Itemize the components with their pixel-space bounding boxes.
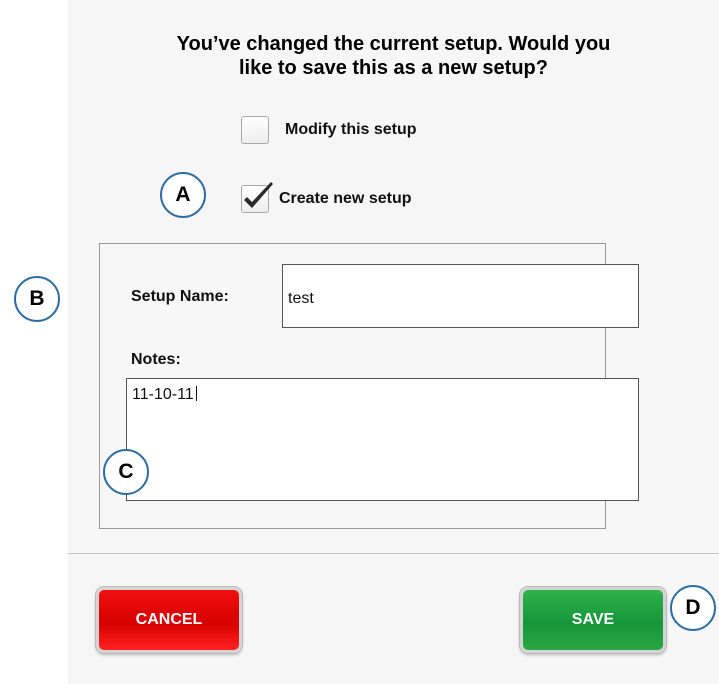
checkmark-icon: [244, 182, 273, 208]
question-line-2: like to save this as a new setup?: [238, 57, 548, 79]
modify-setup-option[interactable]: Modify this setup: [241, 114, 417, 146]
notes-textarea[interactable]: 11-10-11: [126, 378, 639, 501]
notes-label: Notes:: [131, 351, 181, 368]
notes-text: 11-10-11: [132, 386, 194, 403]
new-setup-details-group: Setup Name: test Notes: 11-10-11: [99, 243, 639, 529]
question-line-1: You’ve changed the current setup. Would …: [176, 33, 611, 55]
dialog-question: You’ve changed the current setup. Would …: [68, 32, 719, 80]
setup-name-label: Setup Name:: [131, 288, 229, 305]
setup-name-input[interactable]: test: [282, 264, 639, 328]
create-setup-checkbox[interactable]: [241, 182, 273, 213]
text-cursor: [195, 386, 197, 401]
callout-a: A: [160, 172, 206, 218]
callout-c: C: [103, 449, 149, 495]
create-setup-option[interactable]: Create new setup: [241, 182, 412, 215]
save-button[interactable]: SAVE: [520, 587, 666, 653]
save-setup-dialog: You’ve changed the current setup. Would …: [68, 0, 719, 684]
footer-divider: [68, 553, 719, 554]
create-setup-label: Create new setup: [279, 190, 412, 207]
callout-b: B: [14, 276, 60, 322]
modify-setup-label: Modify this setup: [285, 121, 417, 138]
callout-d: D: [670, 585, 716, 631]
modify-setup-checkbox[interactable]: [241, 116, 269, 144]
cancel-button[interactable]: CANCEL: [96, 587, 242, 653]
